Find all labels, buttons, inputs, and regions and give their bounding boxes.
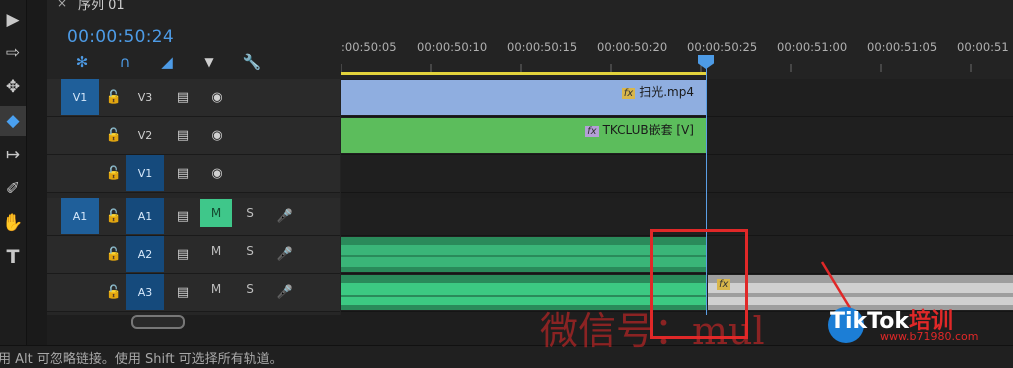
tools-panel: ▶ ⇨ ✥ ◆ ↦ ✐ ✋ T [0, 0, 27, 345]
solo-button-a2[interactable]: S [239, 240, 261, 262]
link-icon[interactable]: ◢ [155, 52, 179, 72]
track-header-a1: A1 🔓 A1 ▤ M S 🎤 [47, 198, 340, 236]
lock-icon[interactable]: 🔓 [104, 163, 124, 183]
playhead-timecode[interactable]: 00:00:50:24 [67, 27, 174, 47]
lock-icon[interactable]: 🔓 [104, 87, 124, 107]
lock-icon[interactable]: 🔓 [104, 282, 124, 302]
type-tool-icon[interactable]: T [0, 242, 26, 272]
clip-name: 扫光.mp4 [639, 85, 694, 99]
marker-icon[interactable]: ▼ [197, 52, 221, 72]
ruler-tick: 00:00:50:15 [507, 40, 578, 54]
track-select-tool-icon[interactable]: ⇨ [0, 38, 26, 68]
microphone-icon[interactable]: 🎤 [275, 282, 295, 302]
ruler-tick: 00:00:50:20 [597, 40, 668, 54]
selection-tool-icon[interactable]: ▶ [0, 5, 26, 35]
track-label-v1[interactable]: V1 [126, 155, 164, 191]
track-lane-v1[interactable] [341, 155, 1013, 193]
source-patch-v1[interactable]: V1 [61, 79, 99, 115]
ruler-tick: :00:50:05 [341, 40, 397, 54]
sequence-tab-bar [47, 0, 1013, 14]
work-area-bar[interactable] [341, 72, 706, 75]
source-patch-a1[interactable]: A1 [61, 198, 99, 234]
solo-button-a1[interactable]: S [239, 202, 261, 224]
mute-button-a2[interactable]: M [205, 240, 227, 262]
lock-icon[interactable]: 🔓 [104, 206, 124, 226]
clip-tkclub-nested[interactable]: fx TKCLUB嵌套 [V] [341, 118, 706, 153]
ruler-tick: 00:00:50:25 [687, 40, 758, 54]
fx-badge: fx [621, 88, 636, 99]
clip-scan-light[interactable]: fx 扫光.mp4 [341, 80, 706, 115]
microphone-icon[interactable]: 🎤 [275, 206, 295, 226]
track-header-v3: V1 🔓 V3 ▤ ◉ [47, 79, 340, 117]
sync-lock-icon[interactable]: ▤ [173, 282, 193, 302]
track-label-a3[interactable]: A3 [126, 274, 164, 310]
lock-icon[interactable]: 🔓 [104, 244, 124, 264]
eye-icon[interactable]: ◉ [207, 163, 227, 183]
sync-lock-icon[interactable]: ▤ [173, 206, 193, 226]
tab-close-icon[interactable]: × [57, 0, 67, 10]
mute-button-a3[interactable]: M [205, 278, 227, 300]
watermark-text: 微信号：mul [540, 309, 765, 353]
sync-lock-icon[interactable]: ▤ [173, 244, 193, 264]
eye-icon[interactable]: ◉ [207, 87, 227, 107]
mute-button-a1[interactable]: M [200, 199, 232, 227]
track-header-a3: 🔓 A3 ▤ M S 🎤 [47, 274, 340, 312]
sync-lock-icon[interactable]: ▤ [173, 163, 193, 183]
status-hint-text: 用 Alt 可忽略链接。使用 Shift 可选择所有轨道。 [0, 352, 283, 367]
track-label-v2[interactable]: V2 [135, 125, 155, 145]
panel-divider [27, 0, 47, 345]
wrench-icon[interactable]: 🔧 [240, 52, 264, 72]
track-header-v1: 🔓 V1 ▤ ◉ [47, 155, 340, 193]
microphone-icon[interactable]: 🎤 [275, 244, 295, 264]
ruler-tick: 00:00:51:00 [777, 40, 848, 54]
track-label-a2[interactable]: A2 [126, 236, 164, 272]
pen-tool-icon[interactable]: ✐ [0, 174, 26, 204]
ruler-tick: 00:00:50:10 [417, 40, 488, 54]
zoom-scrollbar-thumb[interactable] [131, 315, 185, 329]
magnet-icon[interactable]: ∩ [113, 52, 137, 72]
slip-tool-icon[interactable]: ↦ [0, 140, 26, 170]
razor-tool-icon[interactable]: ◆ [0, 106, 26, 136]
track-label-v3[interactable]: V3 [135, 87, 155, 107]
snap-icon[interactable]: ✻ [70, 52, 94, 72]
fx-badge: fx [585, 126, 599, 137]
eye-icon[interactable]: ◉ [207, 125, 227, 145]
sync-lock-icon[interactable]: ▤ [173, 125, 193, 145]
ripple-edit-tool-icon[interactable]: ✥ [0, 72, 26, 102]
sequence-tab-title[interactable]: 序列 01 [78, 0, 125, 13]
track-header-a2: 🔓 A2 ▤ M S 🎤 [47, 236, 340, 274]
track-label-a1[interactable]: A1 [126, 198, 164, 234]
hand-tool-icon[interactable]: ✋ [0, 208, 26, 238]
track-header-v2: 🔓 V2 ▤ ◉ [47, 117, 340, 155]
sync-lock-icon[interactable]: ▤ [173, 87, 193, 107]
solo-button-a3[interactable]: S [239, 278, 261, 300]
clip-name: TKCLUB嵌套 [V] [602, 123, 694, 137]
lock-icon[interactable]: 🔓 [104, 125, 124, 145]
ruler-tick: 00:00:51 [957, 40, 1009, 54]
ruler-tick: 00:00:51:05 [867, 40, 938, 54]
tiktok-url: www.b71980.com [880, 330, 979, 343]
